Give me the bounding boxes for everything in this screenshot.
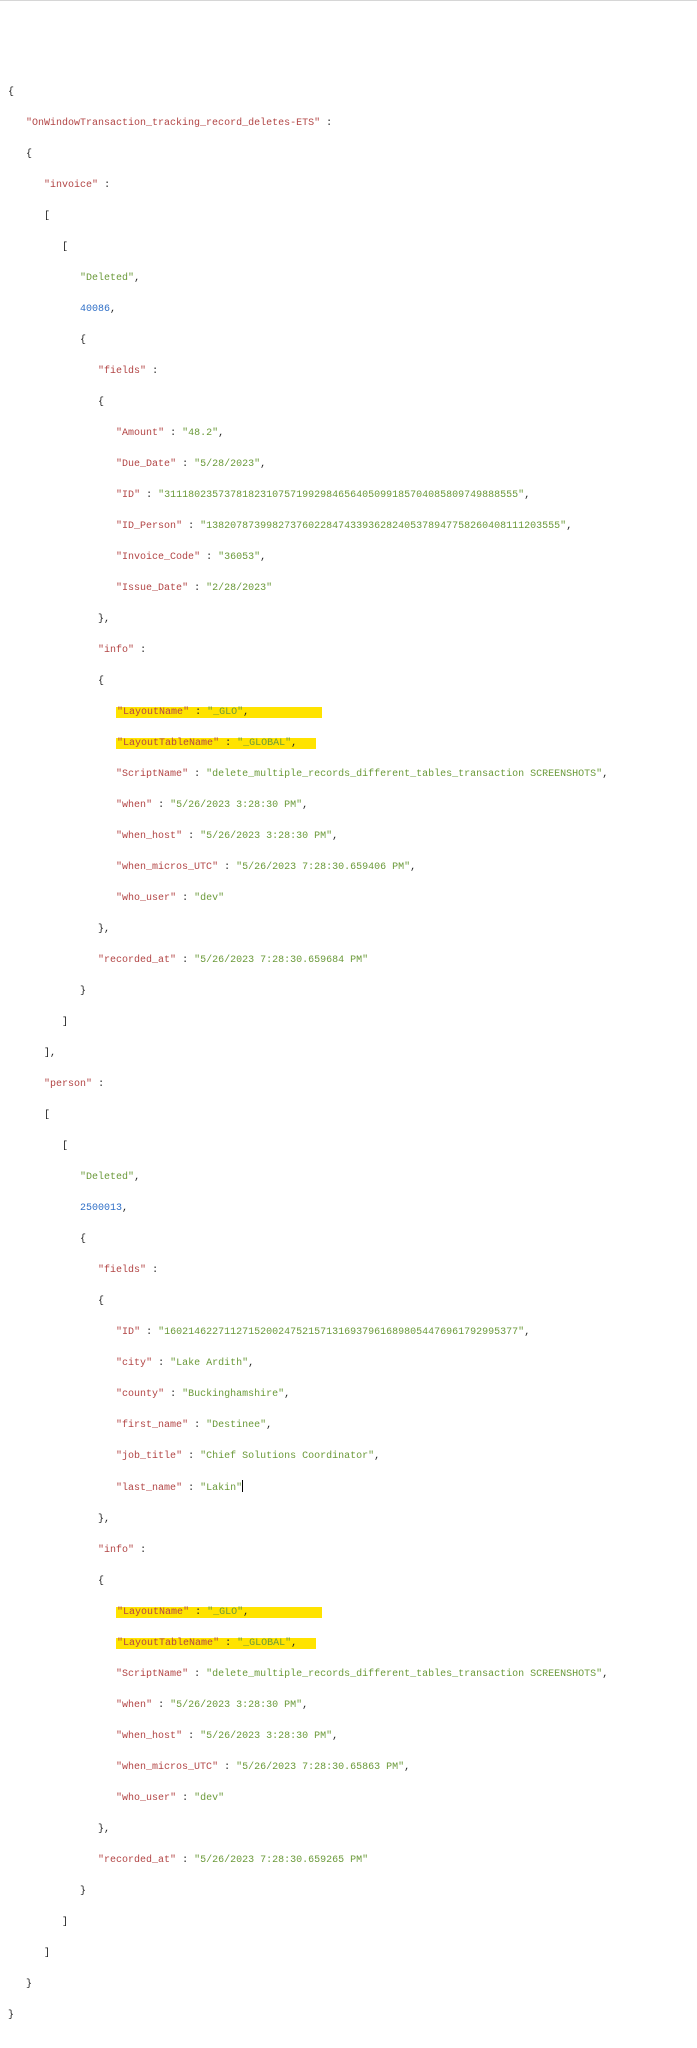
key-county: county	[122, 1389, 158, 1400]
key-script-2: ScriptName	[122, 1669, 182, 1680]
key-when-host-1: when_host	[122, 831, 176, 842]
key-fields-2: fields	[104, 1265, 140, 1276]
key-invoice: invoice	[50, 180, 92, 191]
key-person: person	[50, 1079, 86, 1090]
key-info-2: info	[104, 1545, 128, 1556]
key-when-1: when	[122, 800, 146, 811]
key-first-name: first_name	[122, 1420, 182, 1431]
key-issue-date: Issue_Date	[122, 583, 182, 594]
key-when-micros-1: when_micros_UTC	[122, 862, 212, 873]
key-id-1: ID	[122, 490, 134, 501]
highlight-layouttable-2: "LayoutTableName" : "_GLOBAL",	[116, 1638, 316, 1649]
key-invoice-code: Invoice_Code	[122, 552, 194, 563]
key-when-host-2: when_host	[122, 1731, 176, 1742]
key-due-date: Due_Date	[122, 459, 170, 470]
key-when-2: when	[122, 1700, 146, 1711]
json-code-block: { "OnWindowTransaction_tracking_record_d…	[8, 69, 697, 2039]
key-job-title: job_title	[122, 1451, 176, 1462]
key-who-user-1: who_user	[122, 893, 170, 904]
key-amount: Amount	[122, 428, 158, 439]
key-id-person: ID_Person	[122, 521, 176, 532]
val-invoice-id: 40086	[80, 304, 110, 315]
key-last-name: last_name	[122, 1483, 176, 1494]
key-fields-1: fields	[104, 366, 140, 377]
key-recorded-at-2: recorded_at	[104, 1855, 170, 1866]
key-root: OnWindowTransaction_tracking_record_dele…	[32, 118, 314, 129]
key-script-1: ScriptName	[122, 769, 182, 780]
text-cursor	[242, 1480, 243, 1492]
highlight-layout-2: "LayoutName" : "_GLO",	[116, 1607, 322, 1618]
key-id-2: ID	[122, 1327, 134, 1338]
key-when-micros-2: when_micros_UTC	[122, 1762, 212, 1773]
val-person-id: 2500013	[80, 1203, 122, 1214]
highlight-layout-1: "LayoutName" : "_GLO",	[116, 707, 322, 718]
key-city: city	[122, 1358, 146, 1369]
key-recorded-at-1: recorded_at	[104, 955, 170, 966]
val-deleted-1: Deleted	[86, 273, 128, 284]
highlight-layouttable-1: "LayoutTableName" : "_GLOBAL",	[116, 738, 316, 749]
key-info-1: info	[104, 645, 128, 656]
key-who-user-2: who_user	[122, 1793, 170, 1804]
val-deleted-2: Deleted	[86, 1172, 128, 1183]
